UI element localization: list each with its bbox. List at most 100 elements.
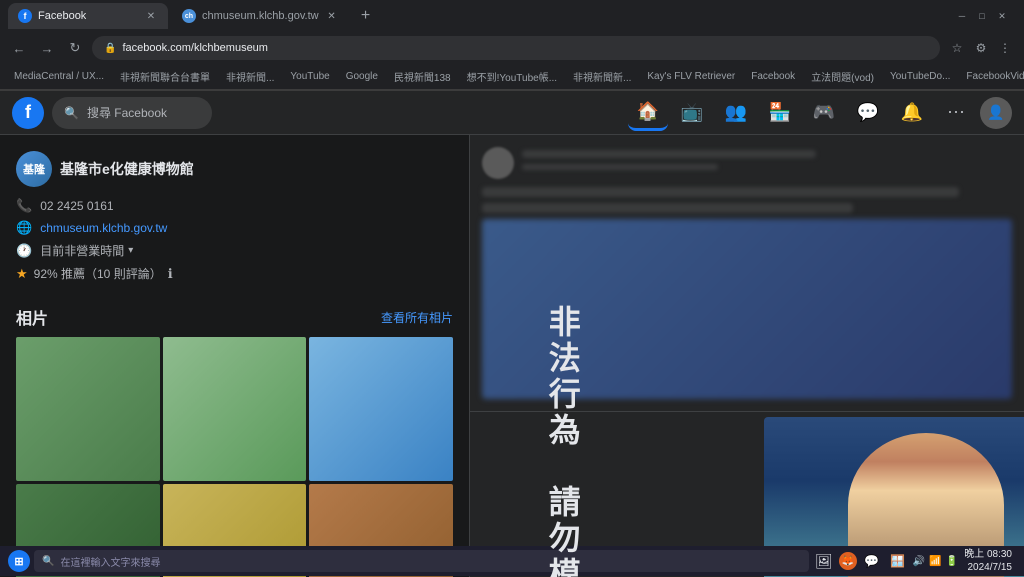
bookmark-fbvideo[interactable]: FacebookVideo D... [960, 69, 1024, 84]
fb-search-box[interactable]: 🔍 搜尋 Facebook [52, 97, 212, 129]
tab-facebook[interactable]: f Facebook ✕ [8, 3, 168, 29]
bookmark-ytdl[interactable]: YouTubeDo... [884, 69, 956, 84]
system-tray: 🔊 📶 🔋 [913, 556, 958, 567]
illegal-notice-overlay: 非法行為 請勿模仿 [470, 285, 655, 577]
hours-info-row: 🕐 目前非營業時間 ▾ [16, 239, 453, 262]
taskbar-icon-1[interactable]: 🖼 [813, 550, 835, 572]
tab-facebook-label: Facebook [38, 10, 86, 22]
menu-icon[interactable]: ⋮ [994, 37, 1016, 59]
bookmark-facebook[interactable]: Facebook [745, 69, 801, 84]
fb-nav-notifications[interactable]: 🔔 [892, 95, 932, 131]
search-icon: 🔍 [64, 106, 79, 120]
rating-row: ★ 92% 推薦（10 則評論） ℹ [16, 262, 453, 285]
back-button[interactable]: ← [8, 37, 30, 59]
bookmark-msnews[interactable]: 民視新聞138 [388, 67, 457, 86]
taskbar-time: 晚上 08:30 [964, 548, 1012, 561]
minimize-button[interactable]: ─ [956, 10, 968, 22]
bookmark-news3[interactable]: 非視新聞新... [567, 67, 637, 86]
rating-info-icon[interactable]: ℹ [168, 266, 173, 282]
website-link[interactable]: chmuseum.klchb.gov.tw [40, 221, 167, 235]
tab-chmuseum[interactable]: ch chmuseum.klchb.gov.tw ✕ [172, 3, 349, 29]
fb-nav-home[interactable]: 🏠 [628, 95, 668, 131]
blurred-line-1c [482, 187, 959, 197]
address-bar[interactable]: 🔒 facebook.com/klchbemuseum [92, 36, 940, 60]
bookmark-news1[interactable]: 非視新聞聯合台書單 [114, 67, 216, 86]
start-button[interactable]: ⊞ [8, 550, 30, 572]
website-info-row: 🌐 chmuseum.klchb.gov.tw [16, 217, 453, 239]
fb-nav-messenger[interactable]: 💬 [848, 95, 888, 131]
tab-chmuseum-label: chmuseum.klchb.gov.tw [202, 10, 319, 22]
bookmark-flv[interactable]: Kay's FLV Retriever [641, 69, 741, 84]
tab-chmuseum-close[interactable]: ✕ [325, 9, 339, 23]
extensions-icon[interactable]: ⚙ [970, 37, 992, 59]
taskbar-icon-3[interactable]: 💬 [861, 550, 883, 572]
tray-icon-3: 🔋 [946, 556, 958, 567]
tab-facebook-close[interactable]: ✕ [144, 9, 158, 23]
blurred-avatar-row-1 [482, 147, 1012, 179]
bookmark-google[interactable]: Google [340, 69, 384, 84]
see-all-photos-link[interactable]: 查看所有相片 [381, 309, 453, 326]
tray-icon-2: 📶 [929, 556, 941, 567]
photos-grid [16, 337, 453, 577]
chmuseum-favicon: ch [182, 9, 196, 23]
photo-cell-2[interactable] [163, 337, 307, 481]
fb-logo[interactable]: f [12, 97, 44, 129]
bookmarks-bar: MediaCentral / UX... 非視新聞聯合台書單 非視新聞... Y… [0, 64, 1024, 90]
facebook-app: f 🔍 搜尋 Facebook 🏠 📺 👥 🏪 🎮 💬 🔔 ⋯ 👤 基隆 [0, 91, 1024, 577]
blurred-line-1a [522, 150, 816, 158]
taskbar-search[interactable]: 🔍 在這裡輸入文字來搜尋 [34, 550, 809, 572]
fb-nav-watch[interactable]: 📺 [672, 95, 712, 131]
new-tab-button[interactable]: + [353, 3, 379, 29]
blurred-line-1b [522, 164, 718, 170]
phone-icon: 📞 [16, 198, 32, 214]
notice-text: 非法行為 請勿模仿 [543, 305, 581, 577]
bookmark-legislature[interactable]: 立法問題(vod) [805, 67, 880, 86]
maximize-button[interactable]: □ [976, 10, 988, 22]
photos-header: 相片 查看所有相片 [16, 305, 453, 329]
close-button[interactable]: ✕ [996, 10, 1008, 22]
chevron-down-icon: ▾ [128, 245, 133, 256]
fb-left-panel: 基隆 基隆市e化健康博物館 📞 02 2425 0161 🌐 chmuseum.… [0, 135, 470, 577]
fb-navbar: f 🔍 搜尋 Facebook 🏠 📺 👥 🏪 🎮 💬 🔔 ⋯ 👤 [0, 91, 1024, 135]
hours-text: 目前非營業時間 [40, 242, 124, 259]
refresh-button[interactable]: ↻ [64, 37, 86, 59]
fb-nav-marketplace[interactable]: 🏪 [760, 95, 800, 131]
page-name: 基隆市e化健康博物館 [60, 159, 194, 179]
fb-user-avatar[interactable]: 👤 [980, 97, 1012, 129]
address-bar-row: ← → ↻ 🔒 facebook.com/klchbemuseum ☆ ⚙ ⋮ [0, 32, 1024, 64]
clock-icon: 🕐 [16, 243, 32, 259]
fb-main-content: 基隆 基隆市e化健康博物館 📞 02 2425 0161 🌐 chmuseum.… [0, 135, 1024, 577]
bookmark-mediacental[interactable]: MediaCentral / UX... [8, 69, 110, 84]
photo-cell-1[interactable] [16, 337, 160, 481]
hours-toggle[interactable]: 目前非營業時間 ▾ [40, 242, 133, 259]
taskbar-icon-4[interactable]: 🪟 [887, 550, 909, 572]
toolbar-icons: ☆ ⚙ ⋮ [946, 37, 1016, 59]
search-input-placeholder: 搜尋 Facebook [87, 104, 167, 121]
photos-title: 相片 [16, 305, 48, 329]
taskbar-icon-2[interactable]: 🦊 [839, 552, 857, 570]
phone-number: 02 2425 0161 [40, 199, 113, 213]
page-avatar: 基隆 [16, 151, 52, 187]
fb-nav-groups[interactable]: 👥 [716, 95, 756, 131]
lock-icon: 🔒 [104, 43, 116, 54]
fb-nav-appmenu[interactable]: ⋯ [936, 95, 976, 131]
bookmark-youtube[interactable]: YouTube [284, 69, 335, 84]
page-info-section: 基隆 基隆市e化健康博物館 📞 02 2425 0161 🌐 chmuseum.… [16, 143, 453, 293]
page-avatar-text: 基隆 [23, 161, 45, 177]
tab-bar: f Facebook ✕ ch chmuseum.klchb.gov.tw ✕ … [0, 0, 1024, 32]
fb-nav-icons: 🏠 📺 👥 🏪 🎮 💬 🔔 ⋯ 👤 [628, 95, 1012, 131]
taskbar-clock[interactable]: 晚上 08:30 2024/7/15 [964, 548, 1016, 574]
photo-cell-3[interactable] [309, 337, 453, 481]
blurred-avatar-1 [482, 147, 514, 179]
fb-nav-feed[interactable]: 🎮 [804, 95, 844, 131]
browser-chrome: f Facebook ✕ ch chmuseum.klchb.gov.tw ✕ … [0, 0, 1024, 91]
bookmark-youtube2[interactable]: 想不到!YouTube帳... [461, 67, 563, 86]
star-icon: ★ [16, 266, 28, 282]
blurred-line-1d [482, 203, 853, 213]
taskbar-app-icons: 🖼 🦊 💬 🪟 [813, 550, 909, 572]
photo-3 [309, 337, 453, 481]
bookmark-icon[interactable]: ☆ [946, 37, 968, 59]
bookmark-news2[interactable]: 非視新聞... [220, 67, 280, 86]
photos-section: 相片 查看所有相片 [16, 305, 453, 577]
forward-button[interactable]: → [36, 37, 58, 59]
